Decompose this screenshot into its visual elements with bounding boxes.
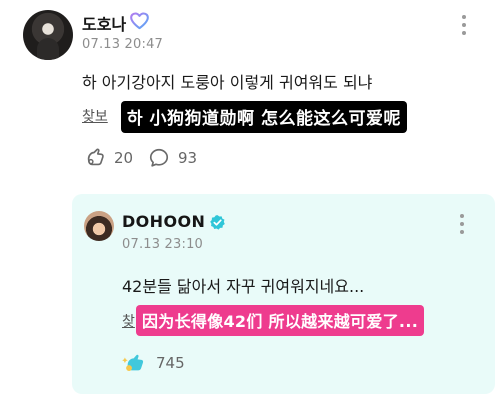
- post-author-avatar[interactable]: [23, 10, 73, 60]
- post-more-menu-icon[interactable]: [454, 12, 474, 38]
- reply-like-button[interactable]: 745: [122, 352, 185, 374]
- post-like-button[interactable]: 20: [84, 147, 133, 169]
- post-translate-link[interactable]: 찾보: [82, 106, 108, 126]
- heart-icon: [130, 12, 149, 30]
- post-comment-button[interactable]: 93: [148, 147, 197, 169]
- artist-avatar[interactable]: [84, 211, 114, 241]
- reply-translate-link[interactable]: 찾: [122, 311, 135, 331]
- artist-like-icon: [122, 354, 144, 371]
- reply-timestamp: 07.13 23:10: [122, 237, 204, 252]
- comment-bubble-icon: [149, 148, 169, 167]
- reply-like-count: 745: [156, 354, 185, 372]
- post-comment-count: 93: [178, 149, 198, 167]
- like-outline-icon: [87, 148, 104, 166]
- post-timestamp: 07.13 20:47: [82, 37, 164, 52]
- reply-more-menu-icon[interactable]: [452, 211, 472, 237]
- post-author-name[interactable]: 도호나: [82, 11, 126, 35]
- verified-check-icon: [210, 215, 225, 230]
- post-text: 하 아기강아지 도룽아 이렇게 귀여워도 되냐: [82, 73, 373, 92]
- post-like-count: 20: [114, 149, 134, 167]
- reply-translation-caption: 因为长得像42们 所以越来越可爱了...: [136, 305, 425, 336]
- post-translation-caption: 하 小狗狗道勋啊 怎么能这么可爱呢: [121, 101, 407, 133]
- reply-text: 42분들 닮아서 자꾸 귀여워지네요...: [122, 277, 365, 296]
- artist-name[interactable]: DOHOON: [122, 212, 205, 231]
